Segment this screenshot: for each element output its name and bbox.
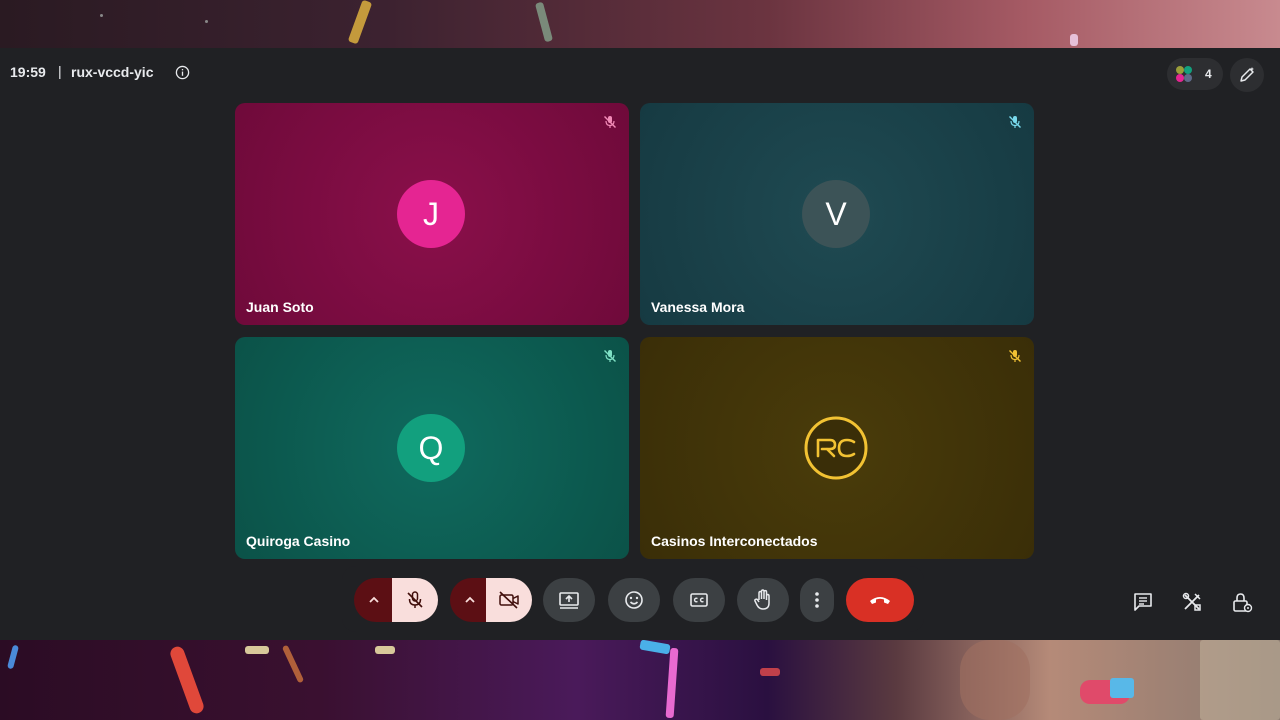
more-vert-icon (815, 592, 819, 608)
present-screen-icon (559, 592, 579, 609)
captions-button[interactable] (673, 578, 725, 622)
host-controls-button[interactable] (1222, 582, 1262, 622)
mic-off-icon (407, 591, 423, 608)
raise-hand-icon (754, 589, 770, 610)
participant-tile-juan-soto[interactable]: J Juan Soto (235, 103, 629, 325)
mic-toggle-button[interactable] (392, 578, 438, 622)
avatar: J (397, 180, 465, 248)
chat-button[interactable] (1123, 582, 1163, 622)
emoji-icon (625, 591, 643, 609)
more-options-button[interactable] (800, 578, 834, 622)
participant-name: Juan Soto (246, 299, 314, 315)
participant-tile-casinos-interconectados[interactable]: Casinos Interconectados (640, 337, 1034, 559)
chevron-up-icon (465, 596, 475, 603)
participant-count: 4 (1205, 67, 1212, 81)
avatar-initial: J (423, 195, 439, 232)
avatar-initial: Q (418, 429, 444, 466)
rc-logo-icon (804, 416, 868, 480)
leave-call-button[interactable] (846, 578, 914, 622)
header-separator: | (58, 63, 62, 79)
pen-sparkle-icon (1240, 67, 1254, 82)
avatar: V (802, 180, 870, 248)
video-options-button[interactable] (450, 578, 490, 622)
participant-tile-quiroga-casino[interactable]: Q Quiroga Casino (235, 337, 629, 559)
whiteboard-button[interactable] (1230, 58, 1264, 92)
audio-options-button[interactable] (354, 578, 394, 622)
participant-name: Quiroga Casino (246, 533, 351, 549)
meeting-code: rux-vccd-yic (71, 64, 154, 80)
meeting-time: 19:59 (10, 64, 46, 80)
participant-name: Casinos Interconectados (651, 533, 818, 549)
mic-off-icon (1009, 350, 1021, 362)
reactions-button[interactable] (608, 578, 660, 622)
mic-off-icon (1009, 116, 1021, 128)
call-controls (342, 566, 924, 632)
participants-avatars-icon (1176, 66, 1192, 82)
captions-icon (690, 593, 708, 607)
mic-off-icon (604, 116, 616, 128)
participants-button[interactable]: 4 (1167, 58, 1223, 90)
chevron-up-icon (369, 596, 379, 603)
avatar-logo (802, 414, 870, 482)
meeting-window: 19:59 | rux-vccd-yic 4 J Juan Soto V Van… (0, 48, 1280, 640)
wallpaper-bottom (0, 640, 1280, 720)
chat-icon (1134, 593, 1152, 611)
host-controls-icon (1233, 593, 1253, 613)
wallpaper-top (0, 0, 1280, 48)
participant-tile-vanessa-mora[interactable]: V Vanessa Mora (640, 103, 1034, 325)
hang-up-icon (870, 597, 890, 604)
raise-hand-button[interactable] (737, 578, 789, 622)
present-screen-button[interactable] (543, 578, 595, 622)
activities-button[interactable] (1172, 582, 1212, 622)
avatar-initial: V (825, 195, 847, 232)
avatar: Q (397, 414, 465, 482)
camera-off-icon (499, 591, 519, 609)
info-icon[interactable] (175, 65, 190, 80)
mic-off-icon (604, 350, 616, 362)
camera-toggle-button[interactable] (486, 578, 532, 622)
activities-icon (1182, 592, 1201, 611)
participant-name: Vanessa Mora (651, 299, 745, 315)
